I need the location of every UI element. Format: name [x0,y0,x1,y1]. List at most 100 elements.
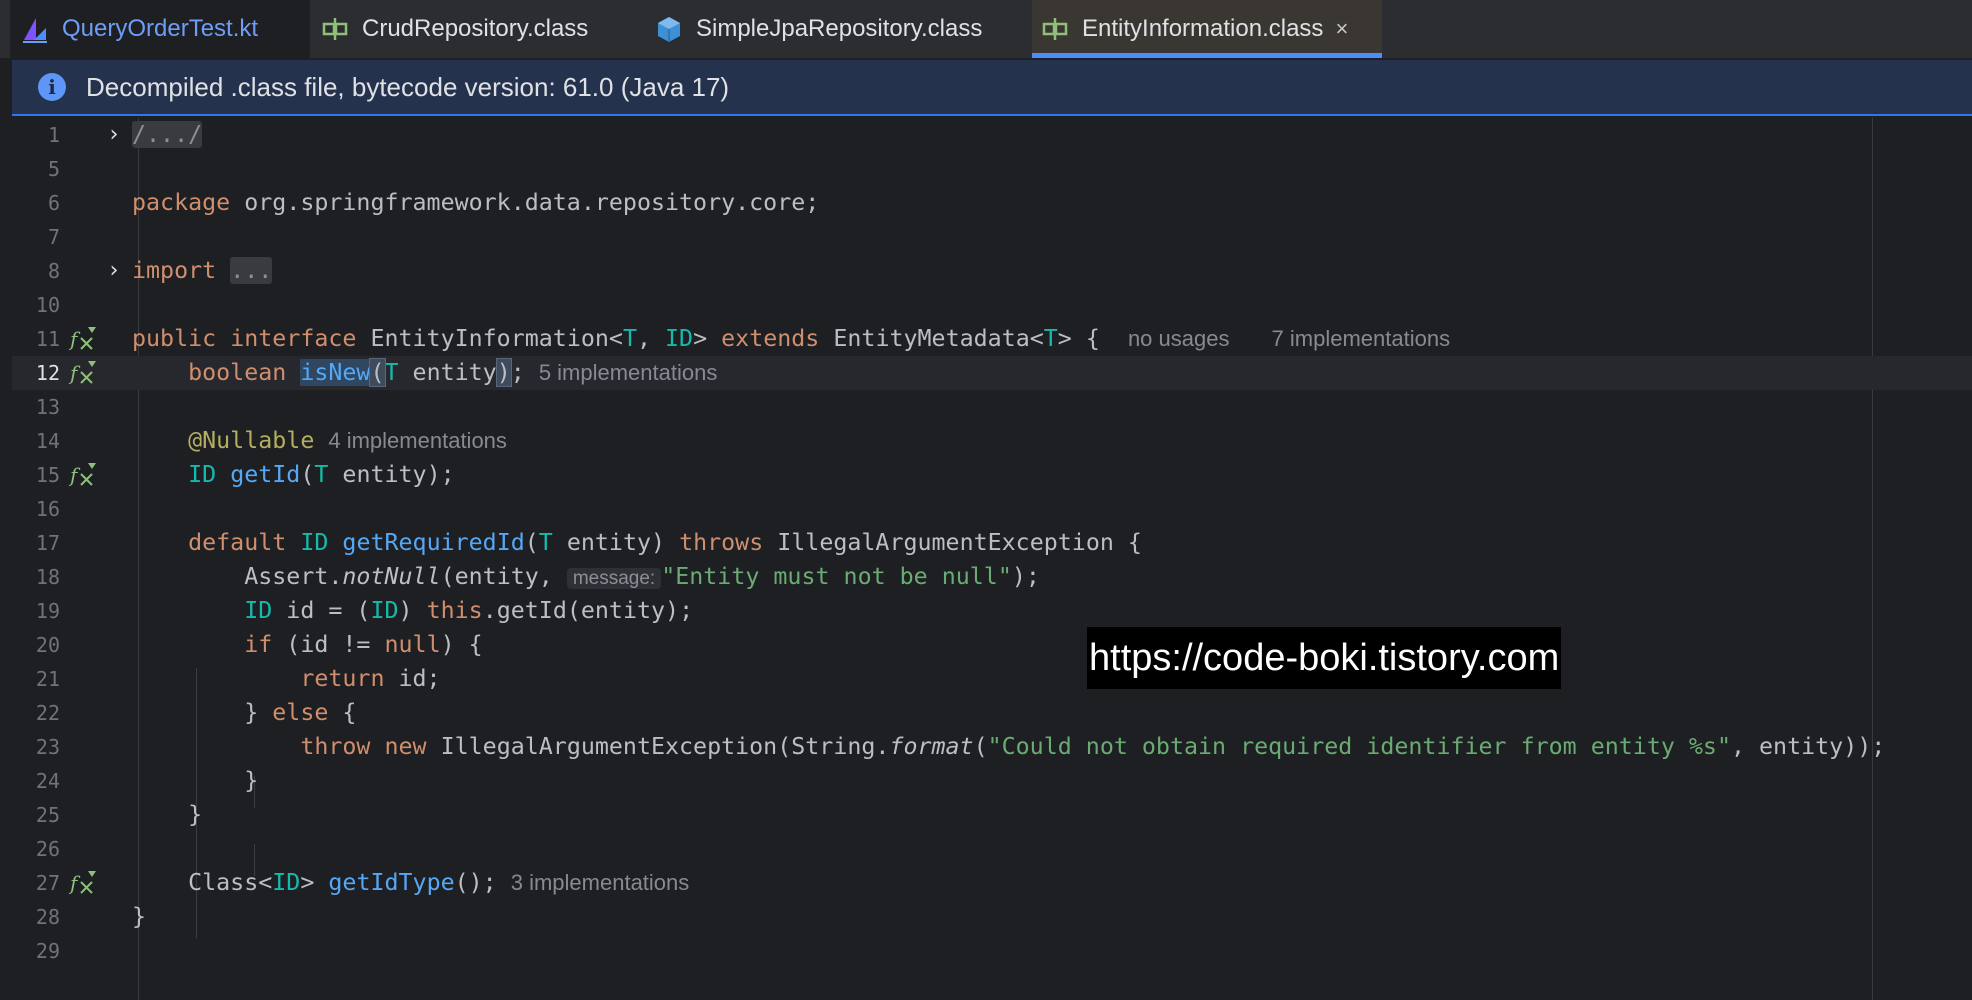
code-line: 28 } [12,900,1972,934]
method-name: getRequiredId [342,529,525,556]
code-line: 21 return id; [12,662,1972,696]
string-literal: "Could not obtain required identifier fr… [987,733,1731,760]
code-line: 16 [12,492,1972,526]
implementations-hint[interactable]: 7 implementations [1272,326,1451,351]
usages-hint[interactable]: no usages [1128,326,1230,351]
tab-label: EntityInformation.class [1082,15,1324,42]
tab-simple-jpa-repository[interactable]: SimpleJpaRepository.class [644,0,1032,58]
implemented-method-icon[interactable]: f [68,868,98,898]
svg-text:f: f [68,327,81,351]
line-number: 8 [47,259,60,283]
implemented-method-icon[interactable]: f [68,358,98,388]
type-param: T [314,461,329,488]
matched-paren: ( [369,358,386,387]
code-token: (entity, [440,563,567,590]
tab-entity-information[interactable]: EntityInformation.class × [1032,0,1382,58]
keyword: interface [230,325,357,352]
code-line: 11 f public interface EntityInformation<… [12,322,1972,356]
line-number: 20 [35,633,60,657]
interface-class-icon [322,18,348,40]
method-name: getId [230,461,301,488]
method-name: notNull [342,563,441,590]
line-number: 27 [35,871,60,895]
implemented-method-icon[interactable]: f [68,324,98,354]
code-text: Assert.notNull(entity, message: "Entity m… [132,560,1040,596]
code-text: Class<ID> getIdType(); 3 implementations [132,866,689,900]
code-line: 24 } [12,764,1972,798]
code-token: { [328,699,357,726]
code-text: package org.springframework.data.reposit… [132,186,819,220]
code-text: } [132,764,258,798]
code-token: ; [510,359,525,386]
code-line: 17 default ID getRequiredId(T entity) th… [12,526,1972,560]
code-line: 18 Assert.notNull(entity, message: "Entit… [12,560,1972,594]
code-token: id = ( [272,597,371,624]
code-token: < [608,325,623,352]
type-param: ID [272,869,301,896]
line-number: 13 [35,395,60,419]
parameter-hint: message: [566,568,662,589]
chevron-right-icon[interactable]: › [100,118,128,152]
line-number: 5 [47,157,60,181]
implemented-method-icon[interactable]: f [68,460,98,490]
type-param: ID [188,461,217,488]
keyword: this [426,597,483,624]
type-param: ID [244,597,273,624]
code-line: 29 [12,934,1972,968]
line-number: 7 [47,225,60,249]
tab-crud-repository[interactable]: CrudRepository.class [312,0,642,58]
type-param: T [1043,325,1058,352]
implementations-hint[interactable]: 4 implementations [328,428,507,453]
code-token: ( [524,529,539,556]
tab-label: CrudRepository.class [362,15,589,42]
tab-label: SimpleJpaRepository.class [696,15,983,42]
code-token: entity) [552,529,680,556]
annotation: @Nullable [188,427,315,454]
line-number: 28 [35,905,60,929]
keyword: extends [721,325,820,352]
code-editor[interactable]: 1 › /.../ 5 6 package org.springframewor… [12,118,1972,1000]
folded-region[interactable]: ... [230,257,273,284]
code-token: (id != [272,631,385,658]
code-token: , [636,325,666,352]
method-name: format [889,733,974,760]
chevron-right-icon[interactable]: › [100,254,128,288]
folded-region[interactable]: /.../ [132,121,203,148]
keyword: public [132,325,217,352]
line-number: 16 [35,497,60,521]
code-token: EntityMetadata [819,325,1030,352]
line-number: 23 [35,735,60,759]
implementations-hint[interactable]: 3 implementations [511,870,690,895]
code-line-current: 12 f boolean isNew(T entity); 5 implemen… [12,356,1972,390]
type-param: ID [370,597,399,624]
svg-text:f: f [68,463,81,487]
code-line: 13 [12,390,1972,424]
code-token: > { [1057,325,1100,352]
svg-text:f: f [68,361,81,385]
method-name: isNew [300,359,371,386]
code-text: ID getId(T entity); [132,458,455,492]
line-number: 6 [47,191,60,215]
code-line: 7 [12,220,1972,254]
code-token: IllegalArgumentException(String. [426,733,890,760]
code-token: IllegalArgumentException { [763,529,1142,556]
string-literal: "Entity must not be null" [661,563,1012,590]
decompiled-banner: i Decompiled .class file, bytecode versi… [12,60,1972,116]
line-number: 12 [35,361,60,385]
code-token: > [693,325,722,352]
type-param: T [538,529,553,556]
code-token: (); [454,869,497,896]
tab-query-order-test[interactable]: QueryOrderTest.kt [10,0,310,58]
line-number: 21 [35,667,60,691]
close-icon[interactable]: × [1335,16,1348,42]
implementations-hint[interactable]: 5 implementations [539,360,718,385]
code-line: 14 @Nullable 4 implementations [12,424,1972,458]
code-token: , entity)); [1730,733,1886,760]
info-icon: i [38,73,66,101]
line-number: 15 [35,463,60,487]
code-token: ); [1011,563,1040,590]
code-line: 23 throw new IllegalArgumentException(St… [12,730,1972,764]
keyword: throws [679,529,764,556]
line-number: 18 [35,565,60,589]
line-number: 19 [35,599,60,623]
